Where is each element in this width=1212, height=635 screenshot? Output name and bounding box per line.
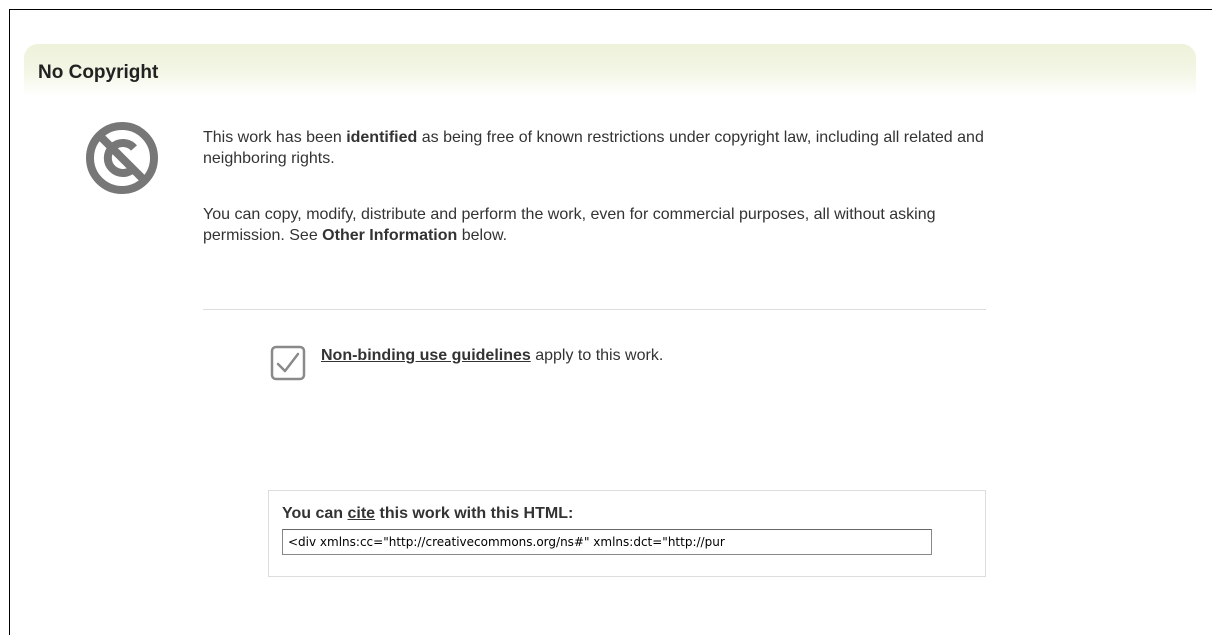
section-divider (203, 309, 986, 310)
summary-emphasis: identified (346, 129, 418, 146)
summary-text: This work has been (203, 129, 347, 146)
license-header-bar (24, 44, 1196, 96)
permissions-text: below. (457, 227, 508, 244)
permissions-text: You can copy, modify, distribute and per… (203, 206, 936, 244)
other-information-reference: Other Information (322, 227, 458, 244)
license-summary-paragraph: This work has been identified as being f… (203, 127, 993, 169)
no-copyright-icon (86, 122, 158, 194)
checkbox-check-icon (270, 345, 306, 381)
use-guidelines-link[interactable]: Non-binding use guidelines (321, 347, 531, 364)
permissions-paragraph: You can copy, modify, distribute and per… (203, 204, 993, 246)
cite-heading-text: this work with this HTML: (375, 505, 574, 522)
use-guidelines-line: Non-binding use guidelines apply to this… (321, 345, 663, 366)
cite-heading: You can cite this work with this HTML: (282, 505, 573, 523)
cite-panel: You can cite this work with this HTML: (268, 490, 986, 577)
cite-html-field[interactable] (282, 529, 932, 555)
cite-link[interactable]: cite (348, 505, 376, 522)
cite-heading-text: You can (282, 505, 348, 522)
license-title: No Copyright (38, 62, 159, 83)
use-guidelines-suffix: apply to this work. (530, 347, 664, 364)
